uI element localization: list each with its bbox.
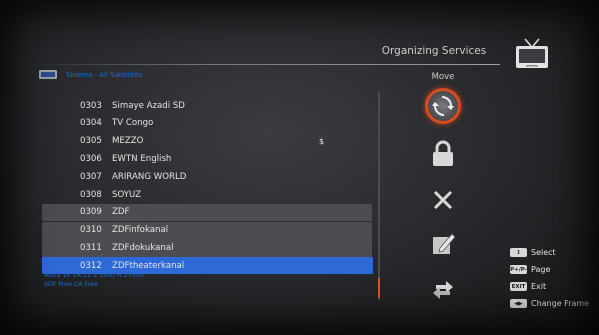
- channel-number: 0312: [80, 260, 102, 271]
- channel-row-marked[interactable]: 0309 ZDF: [42, 203, 372, 222]
- channel-name: ZDF: [112, 207, 130, 218]
- channel-row[interactable]: 0303 Simaye Azadi SD: [42, 97, 374, 114]
- legend-label: Exit: [531, 282, 547, 291]
- header-divider: [30, 64, 500, 65]
- channel-number: 0307: [80, 171, 102, 182]
- satellite-header: Sinema - All Satellites: [38, 68, 298, 82]
- channel-number: 0309: [80, 207, 102, 218]
- mode-label: Move: [431, 72, 455, 82]
- rename-button[interactable]: [425, 226, 461, 262]
- page-key-icon: P+/P-: [510, 265, 527, 274]
- channel-row[interactable]: 0306 EWTN English: [42, 150, 374, 167]
- channel-number: 0303: [80, 100, 102, 111]
- channel-name: TV Congo: [112, 118, 154, 129]
- lock-icon: [433, 140, 453, 166]
- channel-row[interactable]: 0305 MEZZO $: [42, 133, 374, 150]
- channel-list: 0303 Simaye Azadi SD 0304 TV Congo 0305 …: [42, 97, 374, 275]
- service-info-line: SDF Free CA Free: [44, 281, 98, 288]
- channel-name: ZDFinfokanal: [112, 225, 169, 236]
- channel-name: ZDFdokukanal: [112, 243, 174, 254]
- channel-row-marked[interactable]: 0311 ZDFdokukanal: [42, 239, 372, 257]
- rename-icon: [433, 233, 456, 254]
- channel-row-marked[interactable]: 0310 ZDFinfokanal: [42, 221, 372, 239]
- legend-label: Change Frame: [531, 299, 590, 308]
- leftright-key-icon: ◀▶: [510, 299, 527, 308]
- help-legend: ↕ Select P+/P- Page EXIT Exit ◀▶ Change …: [510, 244, 589, 312]
- channel-name: ARIRANG WORLD: [112, 171, 187, 182]
- legend-label: Page: [531, 265, 551, 274]
- channel-name: SOYUZ: [112, 189, 142, 200]
- channel-number: 0310: [80, 225, 102, 236]
- legend-page: P+/P- Page: [510, 261, 589, 278]
- tv-screen: Organizing Services Sinema - All Satelli…: [0, 0, 599, 335]
- legend-change-frame: ◀▶ Change Frame: [510, 295, 589, 312]
- channel-number: 0306: [80, 154, 102, 165]
- scrollbar-thumb[interactable]: [378, 278, 380, 298]
- lock-button[interactable]: [425, 136, 461, 172]
- delete-button[interactable]: [425, 182, 461, 218]
- move-icon: [425, 88, 461, 124]
- legend-select: ↕ Select: [510, 244, 589, 261]
- legend-exit: EXIT Exit: [510, 278, 589, 295]
- page-title: Organizing Services: [381, 45, 487, 57]
- tv-icon: [516, 38, 548, 68]
- scrollbar-track[interactable]: [378, 92, 380, 300]
- channel-row[interactable]: 0308 SOYUZ: [42, 186, 374, 203]
- move-button[interactable]: [425, 88, 461, 124]
- undo-button[interactable]: [425, 272, 461, 308]
- channel-row[interactable]: 0307 ARIRANG WORLD: [42, 168, 374, 185]
- channel-number: 0304: [80, 118, 102, 129]
- channel-name: Simaye Azadi SD: [112, 100, 185, 111]
- transponder-line: Astra 1K 1A 22.5 3500 H 27500: [44, 272, 144, 279]
- legend-label: Select: [531, 248, 556, 257]
- delete-icon: [433, 190, 453, 210]
- undo-icon: [433, 281, 453, 299]
- satellite-icon: [39, 70, 57, 79]
- scrambled-flag: $: [319, 136, 325, 146]
- channel-name: ZDFtheaterkanal: [112, 260, 185, 271]
- channel-row[interactable]: 0304 TV Congo: [42, 115, 374, 132]
- exit-key-icon: EXIT: [510, 282, 527, 291]
- channel-name: EWTN English: [112, 154, 172, 165]
- channel-name: MEZZO: [112, 136, 144, 147]
- updown-key-icon: ↕: [510, 248, 527, 257]
- channel-number: 0308: [80, 189, 102, 200]
- channel-number: 0305: [80, 136, 102, 147]
- transponder-info: Astra 1K 1A 22.5 3500 H 27500 SDF Free C…: [44, 271, 144, 289]
- satellite-name: Sinema - All Satellites: [66, 71, 143, 79]
- channel-number: 0311: [80, 243, 102, 254]
